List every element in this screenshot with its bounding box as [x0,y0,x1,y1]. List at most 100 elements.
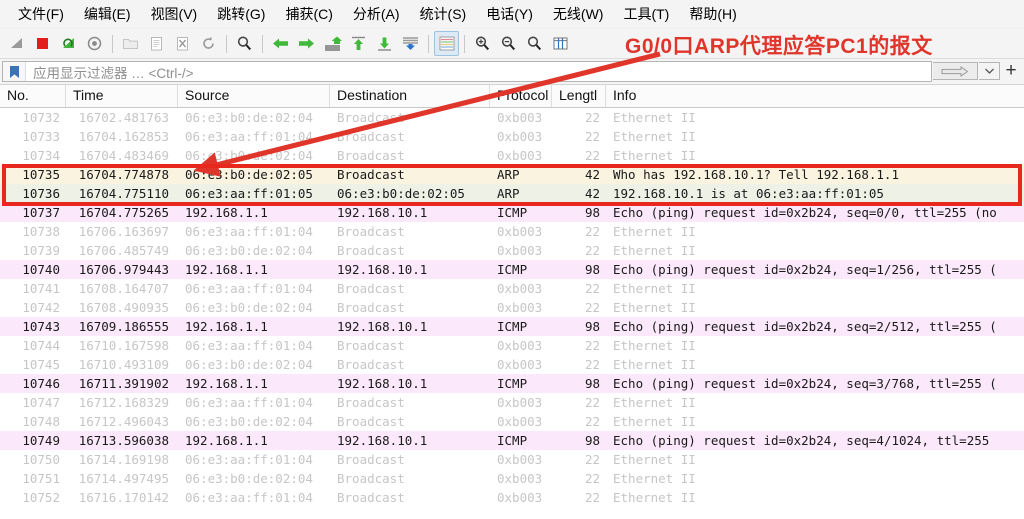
cell-info: Ethernet II [613,110,696,125]
table-row[interactable]: 10735 16704.774878 06:e3:b0:de:02:05 Broadc… [0,165,1024,184]
main-toolbar [0,29,1024,59]
column-time[interactable]: Time [66,85,178,107]
zoom-out-icon[interactable] [496,31,521,56]
wireshark-window: 文件(F) 编辑(E) 视图(V) 跳转(G) 捕获(C) 分析(A) 统计(S) 电话(Y)… [0,0,1024,519]
bookmark-icon[interactable] [3,62,26,81]
cell-source: 06:e3:b0:de:02:04 [185,357,313,372]
menu-view[interactable]: 视图(V) [141,1,208,27]
start-capture-icon[interactable] [4,31,29,56]
table-row[interactable]: 10747 16712.168329 06:e3:aa:ff:01:04 Broadc… [0,393,1024,412]
table-row[interactable]: 10740 16706.979443 192.168.1.1 192.168.10.1… [0,260,1024,279]
restart-capture-icon[interactable] [56,31,81,56]
open-file-icon[interactable] [118,31,143,56]
table-row[interactable]: 10738 16706.163697 06:e3:aa:ff:01:04 Broadc… [0,222,1024,241]
table-row[interactable]: 10732 16702.481763 06:e3:b0:de:02:04 Broadc… [0,108,1024,127]
cell-length: 22 [584,148,600,163]
cell-info: 192.168.10.1 is at 06:e3:aa:ff:01:05 [613,186,884,201]
cell-destination: 06:e3:b0:de:02:05 [337,186,465,201]
filter-placeholder: 应用显示过滤器 … <Ctrl-/> [33,65,194,81]
cell-time: 16714.169198 [78,452,169,467]
toolbar-separator [428,34,429,53]
cell-protocol: 0xb003 [497,129,543,144]
close-file-icon[interactable] [170,31,195,56]
cell-info: Echo (ping) request id=0x2b24, seq=4/102… [613,433,990,448]
column-protocol[interactable]: Protocol [490,85,552,107]
cell-destination: Broadcast [337,414,405,429]
column-no[interactable]: No. [0,85,66,107]
menu-capture[interactable]: 捕获(C) [275,1,342,27]
cell-protocol: ICMP [497,205,528,220]
menu-go[interactable]: 跳转(G) [207,1,275,27]
go-back-icon[interactable] [268,31,293,56]
zoom-in-icon[interactable] [470,31,495,56]
cell-no: 10747 [22,395,60,410]
table-row[interactable]: 10745 16710.493109 06:e3:b0:de:02:04 Broadc… [0,355,1024,374]
menu-statistics[interactable]: 统计(S) [410,1,477,27]
cell-time: 16706.485749 [78,243,169,258]
autoscroll-icon[interactable] [398,31,423,56]
apply-filter-arrow-icon[interactable] [933,62,978,80]
packet-list-body[interactable]: 10732 16702.481763 06:e3:b0:de:02:04 Broadc… [0,108,1024,507]
stop-capture-icon[interactable] [30,31,55,56]
go-to-packet-icon[interactable] [320,31,345,56]
cell-info: Ethernet II [613,471,696,486]
table-row[interactable]: 10742 16708.490935 06:e3:b0:de:02:04 Broadc… [0,298,1024,317]
cell-info: Ethernet II [613,129,696,144]
add-filter-button[interactable]: + [1000,60,1022,81]
menu-wireless[interactable]: 无线(W) [543,1,614,27]
table-row[interactable]: 10746 16711.391902 192.168.1.1 192.168.10.1… [0,374,1024,393]
find-packet-icon[interactable] [232,31,257,56]
column-length[interactable]: Lengtl [552,85,606,107]
cell-time: 16712.168329 [78,395,169,410]
menu-edit[interactable]: 编辑(E) [74,1,141,27]
go-last-packet-icon[interactable] [372,31,397,56]
table-row[interactable]: 10743 16709.186555 192.168.1.1 192.168.10.1… [0,317,1024,336]
cell-destination: Broadcast [337,338,405,353]
cell-source: 06:e3:b0:de:02:04 [185,300,313,315]
search-input[interactable]: 应用显示过滤器 … <Ctrl-/> [2,61,932,82]
table-row[interactable]: 10739 16706.485749 06:e3:b0:de:02:04 Broadc… [0,241,1024,260]
table-row[interactable]: 10751 16714.497495 06:e3:b0:de:02:04 Broadc… [0,469,1024,488]
table-row[interactable]: 10744 16710.167598 06:e3:aa:ff:01:04 Broadc… [0,336,1024,355]
cell-source: 06:e3:aa:ff:01:04 [185,338,313,353]
packet-list[interactable]: No. Time Source Destination Protocol Lengtl In… [0,85,1024,519]
table-row[interactable]: 10749 16713.596038 192.168.1.1 192.168.10.1… [0,431,1024,450]
menu-analyze[interactable]: 分析(A) [343,1,410,27]
table-row[interactable]: 10741 16708.164707 06:e3:aa:ff:01:04 Broadc… [0,279,1024,298]
table-row[interactable]: 10752 16716.170142 06:e3:aa:ff:01:04 Broadc… [0,488,1024,507]
go-first-packet-icon[interactable] [346,31,371,56]
resize-columns-icon[interactable] [548,31,573,56]
menu-help[interactable]: 帮助(H) [679,1,746,27]
cell-protocol: 0xb003 [497,452,543,467]
colorize-icon[interactable] [434,31,459,56]
table-row[interactable]: 10733 16704.162853 06:e3:aa:ff:01:04 Broadc… [0,127,1024,146]
cell-no: 10746 [22,376,60,391]
menu-tools[interactable]: 工具(T) [613,1,679,27]
menu-file[interactable]: 文件(F) [8,1,74,27]
cell-time: 16704.162853 [78,129,169,144]
chevron-down-icon[interactable] [979,62,1000,80]
cell-source: 06:e3:aa:ff:01:04 [185,490,313,505]
cell-info: Echo (ping) request id=0x2b24, seq=3/768… [613,376,997,391]
toolbar-separator [262,34,263,53]
table-row[interactable]: 10737 16704.775265 192.168.1.1 192.168.10.1… [0,203,1024,222]
cell-no: 10737 [22,205,60,220]
cell-info: Ethernet II [613,338,696,353]
go-forward-icon[interactable] [294,31,319,56]
table-row[interactable]: 10734 16704.483469 06:e3:b0:de:02:04 Broadc… [0,146,1024,165]
reload-icon[interactable] [196,31,221,56]
cell-length: 22 [584,471,600,486]
cell-time: 16702.481763 [78,110,169,125]
cell-time: 16706.979443 [78,262,169,277]
table-row[interactable]: 10748 16712.496043 06:e3:b0:de:02:04 Broadc… [0,412,1024,431]
column-source[interactable]: Source [178,85,330,107]
menu-telephony[interactable]: 电话(Y) [476,1,543,27]
table-row[interactable]: 10750 16714.169198 06:e3:aa:ff:01:04 Broadc… [0,450,1024,469]
capture-options-icon[interactable] [82,31,107,56]
column-info[interactable]: Info [606,85,1024,107]
zoom-reset-icon[interactable] [522,31,547,56]
cell-source: 192.168.1.1 [185,433,268,448]
column-destination[interactable]: Destination [330,85,490,107]
table-row[interactable]: 10736 16704.775110 06:e3:aa:ff:01:05 06:e3:… [0,184,1024,203]
save-file-icon[interactable] [144,31,169,56]
